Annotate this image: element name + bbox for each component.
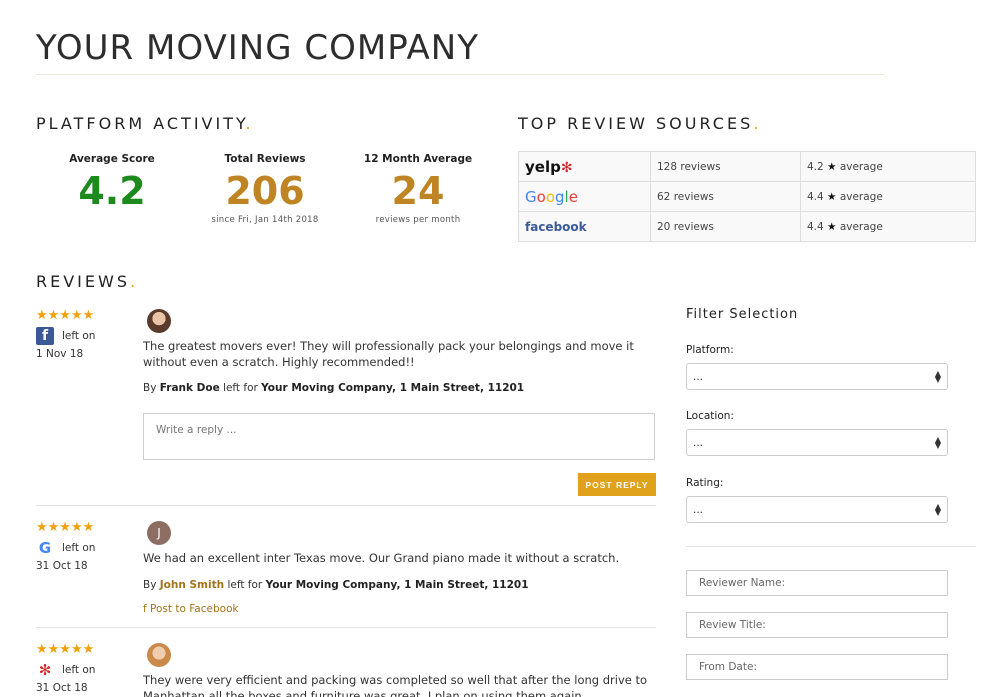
source-count: 62 reviews	[650, 181, 801, 212]
review-date: 31 Oct 18	[36, 682, 88, 694]
yelp-burst-icon: ✻	[560, 159, 573, 176]
stat-12-month-average: 12 Month Average 24 reviews per month	[348, 153, 488, 225]
source-row-facebook[interactable]: facebook 20 reviews 4.4 ★ average	[518, 211, 976, 242]
review-meta: ★★★★★ f left on 1 Nov 18	[36, 308, 95, 360]
facebook-icon: f	[36, 327, 54, 345]
source-average: 4.4 ★ average	[800, 181, 976, 212]
post-reply-button[interactable]: POST REPLY	[578, 473, 656, 496]
stat-value: 4.2	[78, 169, 146, 213]
facebook-icon: f	[143, 603, 147, 615]
review-date: 1 Nov 18	[36, 348, 84, 360]
review-divider	[36, 505, 656, 506]
yelp-icon: ✻	[38, 661, 52, 679]
left-on-label: left on	[62, 664, 96, 676]
reviews-heading: REVIEWS.	[36, 272, 139, 291]
select-arrows-icon: ▲ ▼	[934, 434, 941, 450]
review-text: The greatest movers ever! They will prof…	[143, 339, 634, 369]
star-icon: ★	[827, 160, 837, 173]
source-row-google[interactable]: Google 62 reviews 4.4 ★ average	[518, 181, 976, 212]
review-date: 31 Oct 18	[36, 560, 88, 572]
avatar	[147, 643, 171, 667]
google-icon: G	[38, 539, 52, 557]
yelp-logo: yelp✻	[518, 151, 651, 182]
company-title: YOUR MOVING COMPANY	[36, 28, 479, 68]
filter-selection-title: Filter Selection	[686, 307, 799, 322]
platform-label: Platform:	[686, 344, 734, 356]
from-date-input[interactable]: From Date:	[686, 654, 948, 680]
stat-sub: reviews per month	[375, 215, 461, 225]
star-icon: ★	[827, 220, 837, 233]
star-icon: ★	[827, 190, 837, 203]
review-attribution: By John Smith left for Your Moving Compa…	[143, 579, 529, 591]
review-author[interactable]: John Smith	[160, 579, 224, 591]
select-arrows-icon: ▲ ▼	[934, 368, 941, 384]
source-average: 4.2 ★ average	[800, 151, 976, 182]
source-average: 4.4 ★ average	[800, 211, 976, 242]
filter-divider	[686, 546, 976, 547]
source-count: 20 reviews	[650, 211, 801, 242]
source-row-yelp[interactable]: yelp✻ 128 reviews 4.2 ★ average	[518, 151, 976, 182]
review-location: Your Moving Company, 1 Main Street, 1120…	[261, 382, 525, 394]
title-divider	[36, 74, 884, 75]
google-logo: Google	[518, 181, 651, 212]
stat-total-reviews: Total Reviews 206 since Fri, Jan 14th 20…	[195, 153, 335, 225]
facebook-logo: facebook	[518, 211, 651, 242]
location-select[interactable]: ... ▲ ▼	[686, 429, 948, 456]
left-on-label: left on	[62, 330, 96, 342]
stat-value: 206	[225, 169, 305, 213]
review-text: We had an excellent inter Texas move. Ou…	[143, 551, 620, 565]
rating-stars: ★★★★★	[36, 308, 95, 323]
left-on-label: left on	[62, 542, 96, 554]
rating-select[interactable]: ... ▲ ▼	[686, 496, 948, 523]
avatar: J	[147, 521, 171, 545]
rating-stars: ★★★★★	[36, 642, 95, 657]
review-title-input[interactable]: Review Title:	[686, 612, 948, 638]
platform-select[interactable]: ... ▲ ▼	[686, 363, 948, 390]
review-author: Frank Doe	[159, 382, 220, 394]
reviewer-name-input[interactable]: Reviewer Name:	[686, 570, 948, 596]
reply-textarea[interactable]	[143, 413, 655, 460]
stat-label: Total Reviews	[224, 153, 306, 165]
top-review-sources-heading: TOP REVIEW SOURCES.	[518, 114, 762, 133]
review-attribution: By Frank Doe left for Your Moving Compan…	[143, 382, 525, 394]
stat-label: Average Score	[69, 153, 155, 165]
avatar	[147, 309, 171, 333]
review-meta: ★★★★★ G left on 31 Oct 18	[36, 520, 95, 572]
select-arrows-icon: ▲ ▼	[934, 501, 941, 517]
stat-sub: since Fri, Jan 14th 2018	[211, 215, 319, 225]
review-meta: ★★★★★ ✻ left on 31 Oct 18	[36, 642, 95, 694]
rating-stars: ★★★★★	[36, 520, 95, 535]
location-label: Location:	[686, 410, 734, 422]
rating-label: Rating:	[686, 477, 724, 489]
review-text: They were very efficient and packing was…	[143, 673, 648, 697]
post-to-facebook-link[interactable]: f Post to Facebook	[143, 603, 239, 615]
stat-label: 12 Month Average	[363, 153, 473, 165]
source-count: 128 reviews	[650, 151, 801, 182]
review-location: Your Moving Company, 1 Main Street, 1120…	[265, 579, 529, 591]
platform-activity-heading: PLATFORM ACTIVITY.	[36, 114, 254, 133]
review-sources-table: yelp✻ 128 reviews 4.2 ★ average Google 6…	[518, 151, 976, 242]
review-divider	[36, 627, 656, 628]
stat-average-score: Average Score 4.2	[42, 153, 182, 213]
stat-value: 24	[391, 169, 445, 213]
